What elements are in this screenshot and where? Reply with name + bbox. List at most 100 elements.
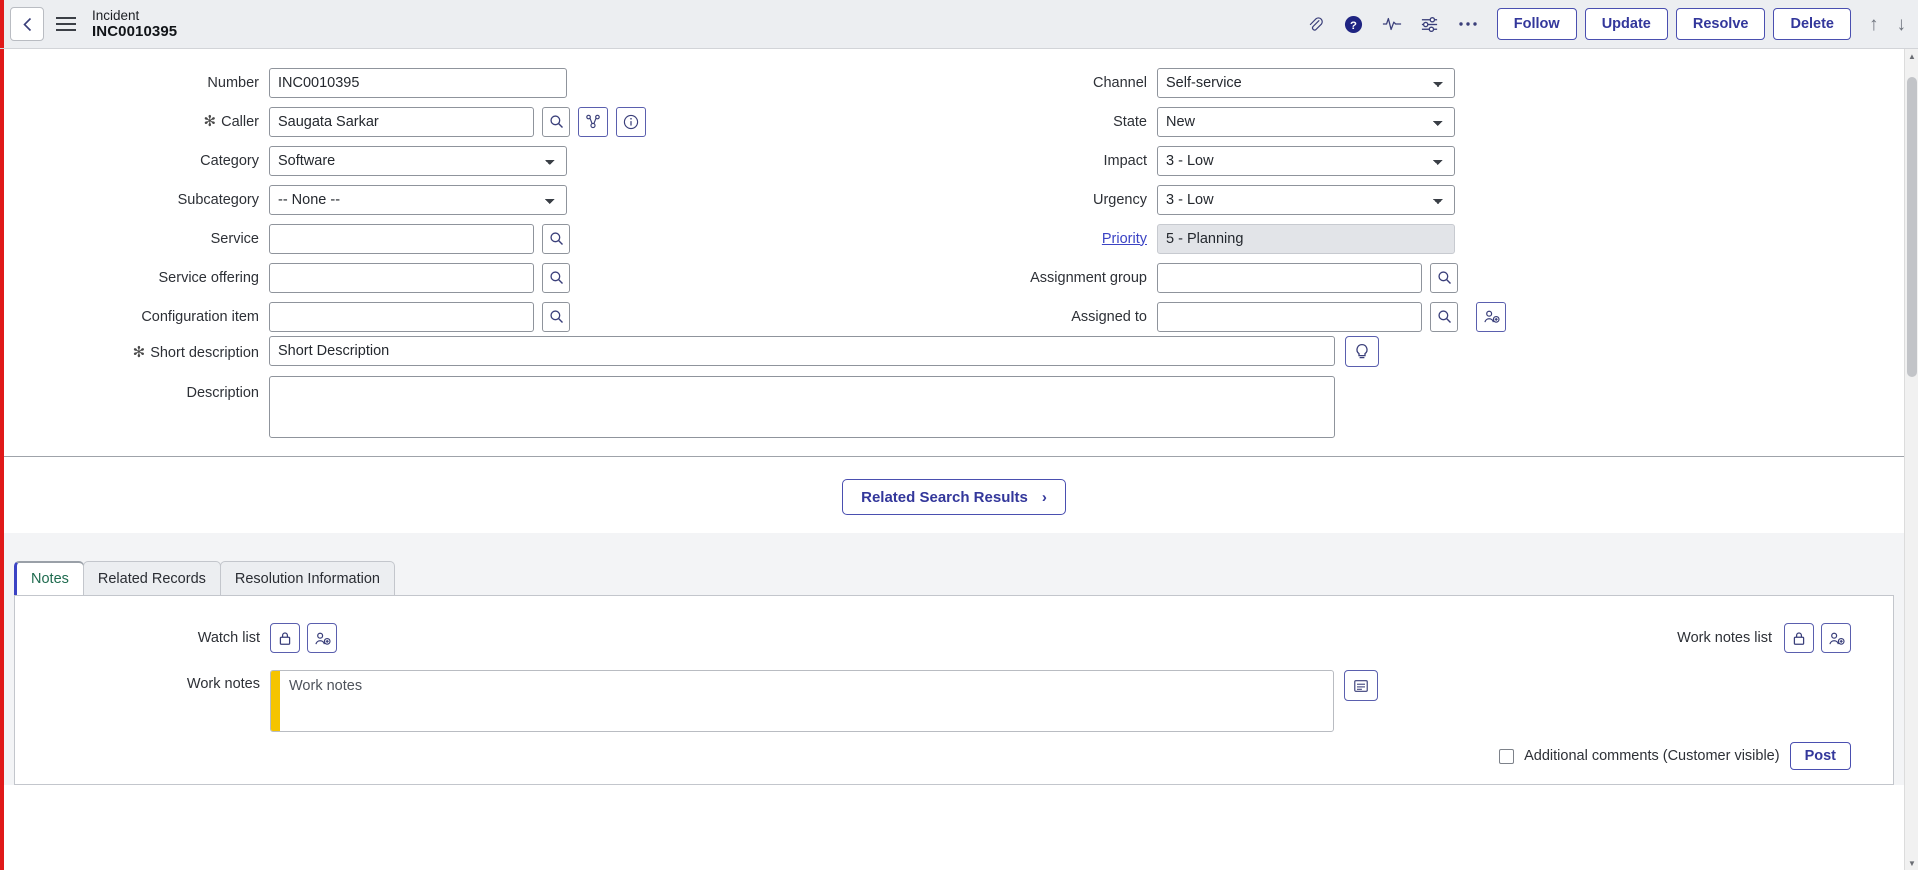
- priority-value: [1157, 223, 1455, 254]
- impact-label: Impact: [1103, 152, 1147, 169]
- required-marker: ✻: [203, 113, 217, 130]
- tab-resolution-information[interactable]: Resolution Information: [219, 561, 395, 595]
- service-offering-label: Service offering: [158, 269, 259, 286]
- activity-icon[interactable]: [1381, 13, 1403, 35]
- watch-list-lock-button[interactable]: [270, 623, 300, 653]
- hamburger-icon-line: [56, 29, 76, 31]
- priority-label: Priority: [942, 231, 1157, 247]
- service-offering-lookup-button[interactable]: [542, 262, 570, 293]
- urgency-label: Urgency: [1093, 191, 1147, 208]
- service-input[interactable]: [269, 223, 534, 254]
- assigned-to-user-button[interactable]: [1476, 301, 1506, 332]
- short-description-input[interactable]: [269, 336, 1335, 366]
- required-marker: ✻: [132, 344, 146, 361]
- number-input[interactable]: [269, 67, 567, 98]
- resolve-button[interactable]: Resolve: [1675, 8, 1766, 40]
- field-short-description: ✻ Short description: [4, 336, 1904, 369]
- work-notes-template-button[interactable]: [1344, 670, 1378, 701]
- description-textarea[interactable]: [269, 376, 1335, 438]
- lock-icon: [279, 631, 291, 645]
- more-icon[interactable]: [1457, 13, 1479, 35]
- category-control: Software: [269, 145, 567, 176]
- work-notes-list-lock-button[interactable]: [1784, 623, 1814, 653]
- priority-link[interactable]: Priority: [1102, 231, 1147, 247]
- work-notes-accent-bar: [271, 671, 280, 731]
- vertical-scrollbar[interactable]: ▲ ▼: [1904, 49, 1918, 870]
- record-type: Incident: [92, 7, 140, 23]
- assignment-group-label: Assignment group: [1030, 269, 1147, 286]
- personalize-icon[interactable]: [1419, 13, 1441, 35]
- number-label: Number: [207, 74, 259, 91]
- work-notes-list-add-user-button[interactable]: [1821, 623, 1851, 653]
- lock-icon: [1793, 631, 1805, 645]
- back-button[interactable]: [10, 7, 44, 41]
- state-label: State: [1113, 113, 1147, 130]
- tab-notes[interactable]: Notes: [14, 561, 84, 595]
- related-search-results-button[interactable]: Related Search Results ›: [842, 479, 1066, 515]
- chevron-right-icon: ›: [1041, 488, 1047, 506]
- assignment-group-input[interactable]: [1157, 262, 1422, 293]
- previous-record-icon[interactable]: ↑: [1869, 15, 1879, 34]
- assigned-to-lookup-button[interactable]: [1430, 301, 1458, 332]
- attachment-icon[interactable]: [1305, 13, 1327, 35]
- watch-list-buttons: [270, 623, 337, 653]
- tabs-section: Notes Related Records Resolution Informa…: [4, 533, 1904, 785]
- related-search-results-section: Related Search Results ›: [4, 456, 1904, 533]
- notes-panel: Watch list Work notes list Work notes Wo…: [14, 595, 1894, 785]
- toolbar-icons: ?: [1305, 13, 1479, 35]
- post-button[interactable]: Post: [1789, 742, 1851, 770]
- tab-related-records[interactable]: Related Records: [82, 561, 221, 595]
- assigned-to-input[interactable]: [1157, 301, 1422, 332]
- follow-button[interactable]: Follow: [1496, 8, 1577, 40]
- field-assignment-group: Assignment group: [942, 258, 1880, 297]
- top-toolbar: Incident INC0010395 ? Follow Update Reso…: [0, 0, 1918, 49]
- service-lookup-button[interactable]: [542, 223, 570, 254]
- channel-select[interactable]: Self-service: [1157, 67, 1455, 98]
- assignment-group-lookup-button[interactable]: [1430, 262, 1458, 293]
- subcategory-select[interactable]: -- None --: [269, 184, 567, 215]
- additional-comments-label: Additional comments (Customer visible): [1524, 748, 1780, 764]
- configuration-item-label: Configuration item: [141, 308, 259, 325]
- scrollbar-thumb[interactable]: [1907, 77, 1917, 377]
- next-record-icon[interactable]: ↓: [1897, 15, 1907, 34]
- field-assigned-to: Assigned to: [942, 297, 1880, 336]
- impact-select[interactable]: 3 - Low: [1157, 145, 1455, 176]
- caller-org-chart-button[interactable]: [578, 106, 608, 137]
- field-priority: Priority: [942, 219, 1880, 258]
- short-description-suggestion-button[interactable]: [1345, 336, 1379, 367]
- right-column: Channel Self-service State New Impact 3 …: [942, 63, 1880, 336]
- short-description-label-text: Short description: [150, 344, 259, 361]
- scroll-down-icon[interactable]: ▼: [1905, 856, 1918, 870]
- configuration-item-input[interactable]: [269, 301, 534, 332]
- service-offering-input[interactable]: [269, 262, 534, 293]
- scroll-up-icon[interactable]: ▲: [1905, 49, 1918, 63]
- urgency-select[interactable]: 3 - Low: [1157, 184, 1455, 215]
- tab-list: Notes Related Records Resolution Informa…: [14, 561, 1904, 595]
- category-label: Category: [200, 152, 259, 169]
- short-description-label: ✻ Short description: [4, 336, 269, 369]
- update-button[interactable]: Update: [1584, 8, 1668, 40]
- description-label: Description: [186, 384, 259, 401]
- watch-list-add-user-button[interactable]: [307, 623, 337, 653]
- help-icon[interactable]: ?: [1343, 13, 1365, 35]
- field-subcategory: Subcategory -- None --: [4, 180, 942, 219]
- configuration-item-lookup-button[interactable]: [542, 301, 570, 332]
- additional-comments-checkbox[interactable]: [1499, 748, 1515, 764]
- add-user-icon: [314, 632, 331, 645]
- incident-form-page: Incident INC0010395 ? Follow Update Reso…: [0, 0, 1918, 870]
- category-select[interactable]: Software: [269, 145, 567, 176]
- menu-button[interactable]: [56, 7, 78, 41]
- caller-info-button[interactable]: [616, 106, 646, 137]
- field-state: State New: [942, 102, 1880, 141]
- add-user-icon: [1483, 310, 1500, 323]
- work-notes-textarea[interactable]: [280, 671, 1333, 731]
- state-select[interactable]: New: [1157, 106, 1455, 137]
- caller-lookup-button[interactable]: [542, 106, 570, 137]
- field-configuration-item: Configuration item: [4, 297, 942, 336]
- delete-button[interactable]: Delete: [1773, 8, 1851, 40]
- field-service: Service: [4, 219, 942, 258]
- caller-input[interactable]: [269, 106, 534, 137]
- svg-text:?: ?: [1350, 19, 1357, 31]
- lightbulb-icon: [1356, 343, 1368, 358]
- number-control: [269, 67, 567, 98]
